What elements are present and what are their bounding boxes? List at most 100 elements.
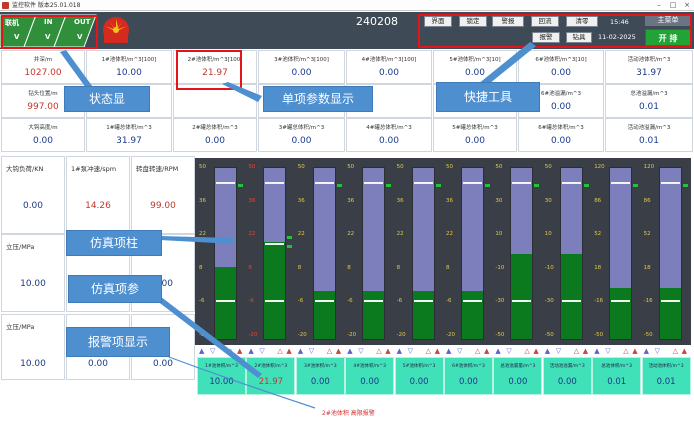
high-alarm-icon[interactable]: △	[426, 347, 431, 356]
tank-limit-line	[314, 299, 334, 302]
tank-column: 50 36 22 8 -6 -20	[197, 158, 246, 345]
low-alarm-icon[interactable]: ▽	[309, 347, 314, 356]
gauge-label: 总池溢漏量/m^3	[500, 364, 536, 369]
high-high-alarm-icon[interactable]: ▲	[533, 347, 538, 356]
gauge-label: 活动池体积/m^3	[648, 364, 684, 369]
tank-tick-label: 8	[297, 264, 302, 271]
tank-level-marker	[682, 184, 688, 187]
low-low-alarm-icon[interactable]: ▲	[347, 347, 352, 356]
low-low-alarm-icon[interactable]: ▲	[199, 347, 204, 356]
left-param-label: 大钩负荷/KN	[6, 165, 44, 173]
param-cell: 大钩高度/m 0.00	[1, 118, 85, 152]
high-high-alarm-icon[interactable]: ▲	[632, 347, 637, 356]
high-alarm-icon[interactable]: △	[376, 347, 381, 356]
low-alarm-icon[interactable]: ▽	[358, 347, 363, 356]
tank-column: 50 36 22 8 -6 -20	[296, 158, 345, 345]
tank-tick-label: 52	[643, 231, 651, 237]
high-alarm-icon[interactable]: △	[277, 347, 282, 356]
gauge-label: 活动池溢漏/m^3	[549, 364, 585, 369]
left-param-label: 立压/MPa	[6, 323, 35, 331]
high-high-alarm-icon[interactable]: ▲	[286, 347, 291, 356]
param-value: 0.00	[378, 136, 400, 146]
minimize-icon[interactable]: –	[652, 0, 666, 10]
low-alarm-icon[interactable]: ▽	[556, 347, 561, 356]
tank-tick-label: 86	[594, 197, 602, 204]
low-low-alarm-icon[interactable]: ▲	[594, 347, 599, 356]
tank-indicator-row: ▲ ▽ △ ▲	[543, 347, 592, 356]
gauge-value: 0.01	[607, 377, 627, 387]
tank-tick-label: 22	[297, 231, 305, 237]
high-high-alarm-icon[interactable]: ▲	[484, 347, 489, 356]
low-low-alarm-icon[interactable]: ▲	[495, 347, 500, 356]
tank-limit-line	[216, 181, 235, 184]
tank-tick-label: 22	[248, 231, 256, 237]
high-alarm-icon[interactable]: △	[673, 347, 678, 356]
high-alarm-icon[interactable]: △	[524, 347, 529, 356]
low-low-alarm-icon[interactable]: ▲	[446, 347, 451, 356]
param-cell: 1#池体积/m^3[100] 10.00	[86, 50, 172, 84]
tank-limit-line	[314, 181, 334, 184]
tank-tick-label: -50	[495, 331, 505, 338]
high-high-alarm-icon[interactable]: ▲	[435, 347, 440, 356]
high-alarm-icon[interactable]: △	[623, 347, 628, 356]
low-alarm-icon[interactable]: ▽	[605, 347, 610, 356]
tank-tube	[411, 167, 435, 340]
tank-tick-label: -10	[544, 264, 554, 271]
high-alarm-icon[interactable]: △	[228, 347, 233, 356]
tank-scale: 50 36 22 8 -6 -20	[248, 158, 262, 345]
low-low-alarm-icon[interactable]: ▲	[644, 347, 649, 356]
param-label: 4#罐总体积/m^3	[366, 125, 412, 131]
tank-limit-line	[463, 299, 482, 302]
low-alarm-icon[interactable]: ▽	[259, 347, 264, 356]
tank-tick-label: 22	[446, 231, 453, 237]
tank-scale: 50 30 10 -10 -30 -50	[545, 158, 559, 345]
tank-tick-label: -16	[643, 298, 653, 304]
close-icon[interactable]: ×	[680, 0, 694, 10]
tank-level-marker	[583, 184, 589, 187]
param-value: 0.00	[291, 68, 312, 78]
left-param-value: 0.00	[152, 359, 174, 369]
high-alarm-icon[interactable]: △	[574, 347, 579, 356]
tank-tick-label: -6	[347, 298, 353, 304]
high-high-alarm-icon[interactable]: ▲	[237, 347, 242, 356]
gauge-label: 5#池体积/m^3	[402, 364, 436, 369]
high-high-alarm-icon[interactable]: ▲	[682, 347, 687, 356]
tank-limit-line	[364, 181, 384, 184]
low-low-alarm-icon[interactable]: ▲	[248, 347, 253, 356]
low-low-alarm-icon[interactable]: ▲	[298, 347, 303, 356]
low-alarm-icon[interactable]: ▽	[457, 347, 462, 356]
high-alarm-icon[interactable]: △	[475, 347, 480, 356]
high-high-alarm-icon[interactable]: ▲	[583, 347, 588, 356]
maximize-icon[interactable]: □	[666, 0, 680, 10]
tank-level-marker	[287, 245, 293, 248]
low-low-alarm-icon[interactable]: ▲	[397, 347, 402, 356]
left-param-cell: 立压/MPa 10.00	[1, 234, 65, 312]
high-high-alarm-icon[interactable]: ▲	[385, 347, 390, 356]
alarm-message: 2#池体积 高限报警	[322, 410, 375, 417]
tank-tube	[263, 167, 287, 340]
low-alarm-icon[interactable]: ▽	[655, 347, 660, 356]
tank-tick-label: -20	[248, 331, 258, 338]
tank-tube	[510, 167, 534, 340]
tank-tick-label: -6	[248, 298, 254, 304]
tank-fill	[264, 241, 286, 339]
left-param-cell: 转盘转速/RPM 99.00	[131, 156, 195, 234]
high-high-alarm-icon[interactable]: ▲	[336, 347, 341, 356]
tank-limit-line	[265, 299, 285, 302]
gauge-cell: 4#池体积/m^3 0.00	[345, 357, 395, 395]
low-alarm-icon[interactable]: ▽	[408, 347, 413, 356]
low-alarm-icon[interactable]: ▽	[506, 347, 511, 356]
gauge-label: 1#池体积/m^3	[205, 364, 238, 369]
tank-indicator-row: ▲ ▽ △ ▲	[493, 347, 542, 356]
param-label: 2#罐总体积/m^3	[192, 125, 238, 131]
low-low-alarm-icon[interactable]: ▲	[545, 347, 550, 356]
high-alarm-icon[interactable]: △	[327, 347, 332, 356]
tank-level-marker	[238, 184, 243, 187]
gauge-cell: 5#池体积/m^3 0.00	[394, 357, 444, 395]
gauge-value: 0.00	[310, 377, 330, 387]
tank-tick-label: 8	[248, 264, 252, 271]
tank-tick-label: 10	[495, 231, 503, 237]
low-alarm-icon[interactable]: ▽	[210, 347, 215, 356]
param-cell: 6#罐总体积/m^3 0.00	[518, 118, 604, 152]
tank-tick-label: 36	[199, 197, 206, 204]
